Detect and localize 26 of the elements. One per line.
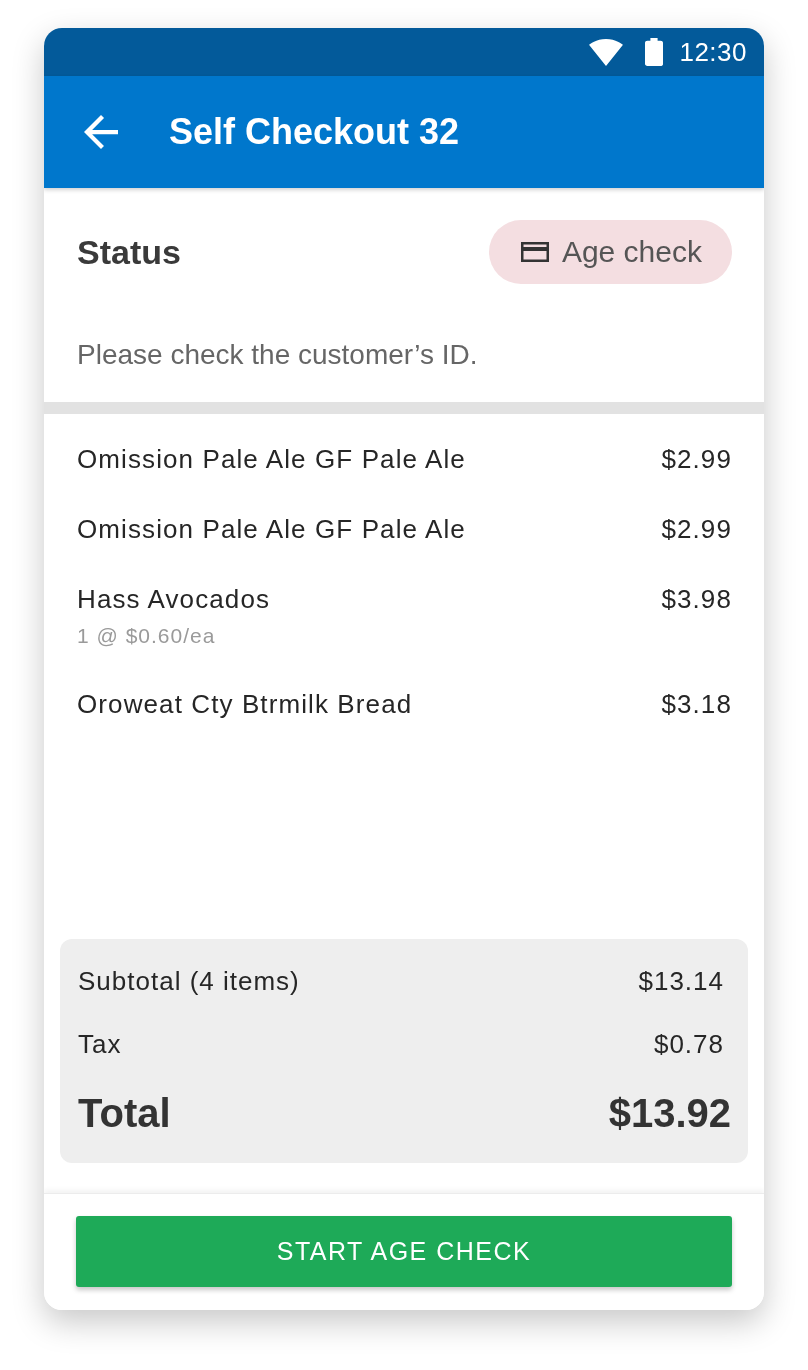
back-arrow-icon [84,115,118,149]
screen-title: Self Checkout 32 [169,110,460,154]
badge-label: Age check [561,234,702,270]
total-amount: $13.92 [608,1090,731,1137]
item-price: $3.18 [661,688,732,721]
item-name: Hass Avocados [77,583,271,616]
summary-label: Tax [78,1028,122,1061]
battery-icon [645,38,664,66]
summary-amount: $0.78 [653,1028,724,1061]
total-label: Total [78,1090,171,1137]
summary-amount: $13.14 [638,965,724,998]
item-price: $2.99 [661,513,732,546]
item-name: Omission Pale Ale GF Pale Ale [77,513,466,546]
status-heading: Status [77,232,181,272]
back-button[interactable] [82,113,120,151]
item-name: Omission Pale Ale GF Pale Ale [77,443,466,476]
wifi-icon [589,38,624,66]
clock-time: 12:30 [679,37,747,67]
start-age-check-button[interactable]: START AGE CHECK [76,1216,732,1287]
item-price: $2.99 [661,443,732,476]
status-message: Please check the customer’s ID. [77,338,479,372]
summary-label: Subtotal (4 items) [78,965,300,998]
item-detail: 1 @ $0.60/ea [77,624,217,648]
credit-card-icon [520,242,549,262]
item-name: Oroweat Cty Btrmilk Bread [77,688,413,721]
item-price: $3.98 [661,583,732,616]
